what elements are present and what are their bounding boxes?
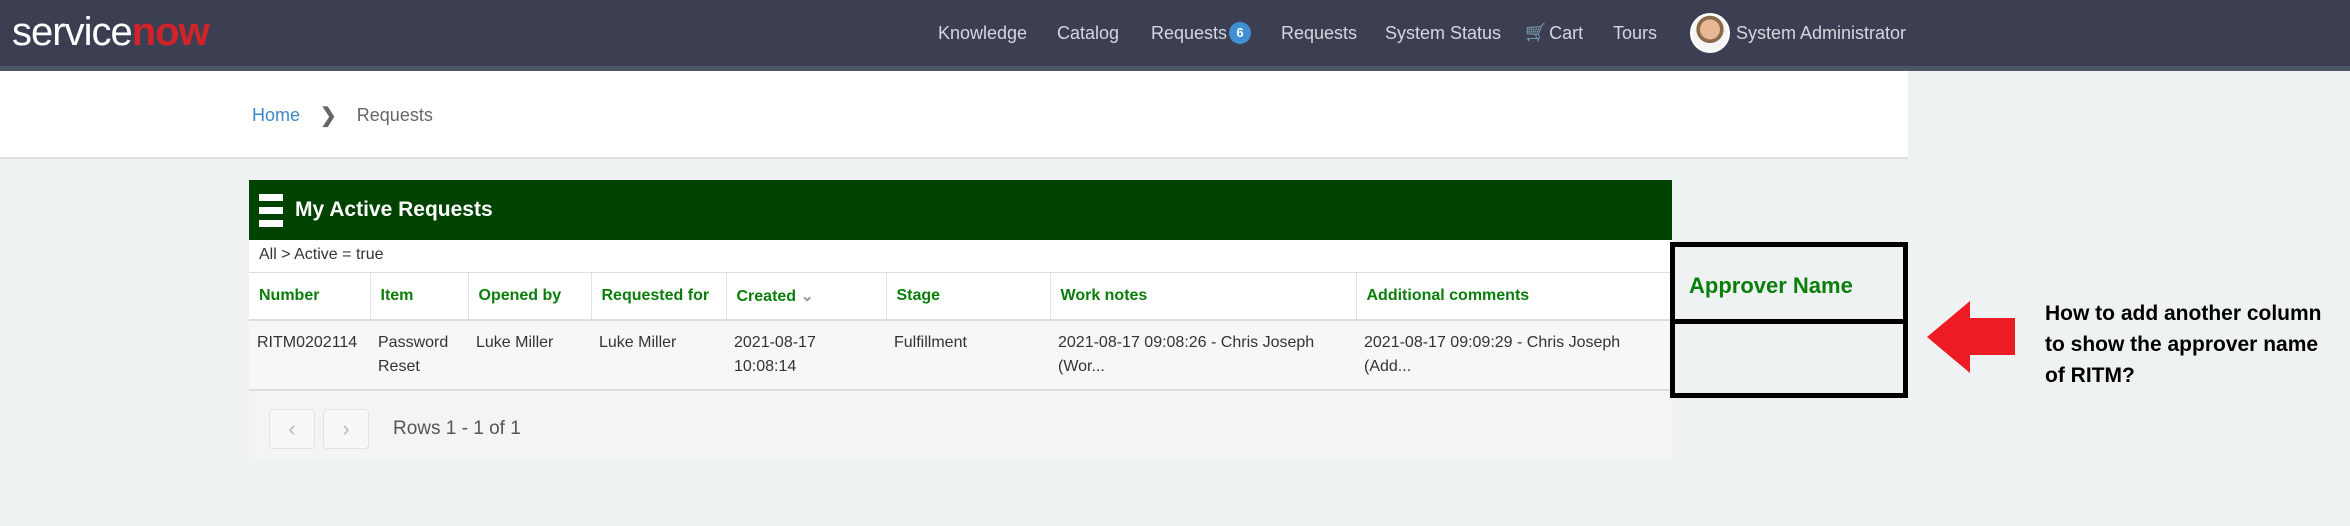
column-opened-by[interactable]: Opened by [468,273,592,321]
nav-tours[interactable]: Tours [1613,0,1657,66]
user-menu[interactable]: System Administrator [1690,0,1906,66]
cell-opened-by: Luke Miller [468,320,591,391]
column-number[interactable]: Number [249,273,371,321]
nav-label: Catalog [1057,22,1120,43]
column-stage[interactable]: Stage [886,273,1051,321]
my-active-requests-widget: My Active Requests All > Active = true N… [249,180,1673,458]
column-label: Created [736,288,797,305]
nav-cart[interactable]: 🛒 Cart [1525,0,1583,66]
logo-service: service [12,10,133,54]
breadcrumb-home[interactable]: Home [252,105,300,126]
chevron-right-icon: ❯ [320,105,337,127]
column-additional-comments[interactable]: Additional comments [1356,273,1673,321]
arrow-left-icon [1927,301,2015,373]
filter-breadcrumb[interactable]: All > Active = true [249,240,1672,273]
logo-now: now [131,10,210,54]
cart-icon: 🛒 [1525,23,1547,42]
chevron-down-icon: ⌄ [800,288,814,305]
nav-label: Cart [1549,22,1584,43]
nav-label: Tours [1613,22,1658,43]
list-menu-icon[interactable] [259,193,283,227]
approver-name-header: Approver Name [1689,273,1853,298]
rows-count: Rows 1 - 1 of 1 [393,418,521,439]
prev-page-button[interactable]: ‹ [269,409,315,449]
nav-label: Knowledge [938,22,1028,43]
cell-stage: Fulfillment [886,320,1050,391]
pagination: ‹ › Rows 1 - 1 of 1 [249,391,1672,467]
cell-work-notes: 2021-08-17 09:08:26 - Chris Joseph (Wor.… [1050,320,1356,391]
widget-header: My Active Requests [249,180,1672,240]
question-annotation: How to add another column to show the ap… [2045,302,2322,387]
breadcrumb-current: Requests [356,105,433,125]
column-work-notes[interactable]: Work notes [1050,273,1357,321]
breadcrumb: Home ❯ Requests [252,103,433,128]
column-created[interactable]: Created ⌄ [726,273,887,321]
cell-requested-for: Luke Miller [591,320,726,391]
nav-label: Requests [1151,22,1228,43]
nav-label: Requests [1281,22,1358,43]
servicenow-logo[interactable]: servicenow [12,10,210,55]
nav-requests[interactable]: Requests [1281,0,1357,66]
next-page-button[interactable]: › [323,409,369,449]
nav-system-status[interactable]: System Status [1385,0,1501,66]
table-header-row: Number Item Opened by Requested for Crea… [249,273,1673,321]
top-navbar: servicenow Knowledge Catalog Requests 6 R… [0,0,2350,66]
column-item[interactable]: Item [370,273,469,321]
widget-title: My Active Requests [295,198,493,221]
cell-created: 2021-08-17 10:08:14 [726,320,886,391]
cell-additional-comments: 2021-08-17 09:09:29 - Chris Joseph (Add.… [1356,320,1672,391]
breadcrumb-bar: Home ❯ Requests [0,71,1908,159]
nav-knowledge[interactable]: Knowledge [938,0,1027,66]
table-row[interactable]: RITM0202114 Password Reset Luke Miller L… [249,320,1672,391]
approver-column-mockup: Approver Name [1670,242,1908,398]
avatar [1690,13,1730,53]
cell-number[interactable]: RITM0202114 [249,320,370,391]
requests-table: Number Item Opened by Requested for Crea… [249,273,1673,391]
cell-item: Password Reset [370,320,468,391]
column-requested-for[interactable]: Requested for [591,273,727,321]
nav-catalog[interactable]: Catalog [1057,0,1119,66]
nav-requests-badge[interactable]: Requests 6 [1151,0,1252,66]
requests-count-badge: 6 [1229,22,1252,44]
nav-label: System Status [1385,22,1502,43]
divider [1675,319,1903,324]
user-name: System Administrator [1736,22,1907,43]
